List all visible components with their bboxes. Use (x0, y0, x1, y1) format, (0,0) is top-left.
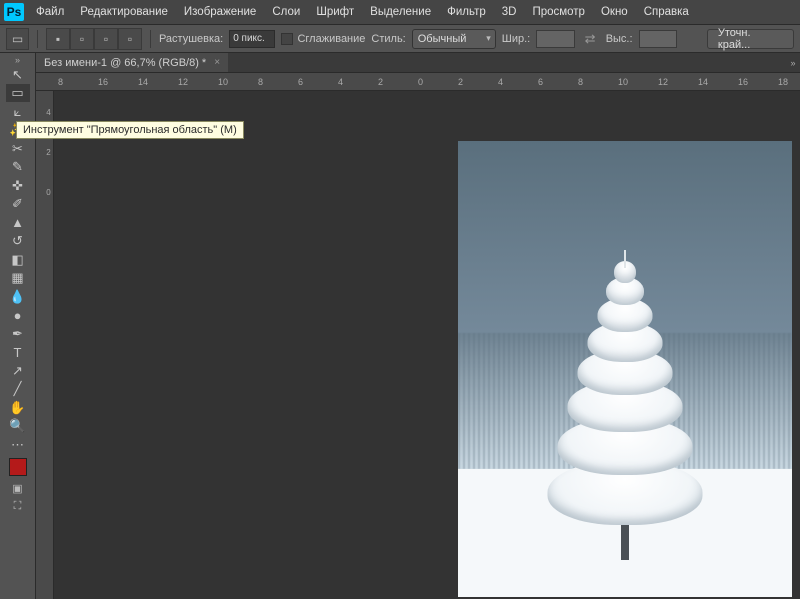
menu-view[interactable]: Просмотр (524, 0, 593, 24)
color-swatches[interactable] (9, 458, 27, 476)
ruler-tick: 10 (618, 77, 658, 87)
ruler-tick: 2 (458, 77, 498, 87)
eyedropper-tool[interactable]: ✎ (6, 158, 30, 176)
ruler-tick: 4 (338, 77, 378, 87)
antialias-label: Сглаживание (297, 33, 365, 45)
image-tree (550, 250, 700, 560)
eraser-tool[interactable]: ◧ (6, 251, 30, 269)
horizontal-ruler[interactable]: 81614121086420246810121416182022 (36, 73, 800, 91)
ruler-tick: 2 (378, 77, 418, 87)
close-icon[interactable]: × (214, 57, 220, 68)
select-intersect-icon[interactable]: ▫ (118, 28, 142, 50)
options-bar: ▭ ▪ ▫ ▫ ▫ Растушевка: 0 пикс. Сглаживани… (0, 25, 800, 53)
tool-tooltip: Инструмент "Прямоугольная область" (M) (16, 121, 244, 139)
pen-tool[interactable]: ✒ (6, 325, 30, 343)
quickmask-icon[interactable]: ▣ (7, 480, 29, 496)
menu-filter[interactable]: Фильтр (439, 0, 494, 24)
menu-type[interactable]: Шрифт (308, 0, 362, 24)
edit-toolbar[interactable]: ⋯ (6, 436, 30, 454)
type-tool[interactable]: T (6, 343, 30, 361)
ruler-tick: 18 (778, 77, 800, 87)
app-logo: Ps (0, 0, 28, 24)
ruler-tick: 0 (36, 171, 53, 211)
width-input[interactable] (536, 30, 574, 48)
menu-help[interactable]: Справка (636, 0, 697, 24)
ruler-tick: 8 (58, 77, 98, 87)
ruler-tick: 10 (218, 77, 258, 87)
style-label: Стиль: (371, 33, 405, 45)
zoom-tool[interactable]: 🔍 (6, 417, 30, 435)
select-subtract-icon[interactable]: ▫ (94, 28, 118, 50)
foreground-color[interactable] (9, 458, 27, 476)
menu-3d[interactable]: 3D (494, 0, 525, 24)
separator (150, 30, 151, 48)
ruler-tick: 4 (498, 77, 538, 87)
current-tool-icon[interactable]: ▭ (6, 28, 29, 50)
select-new-icon[interactable]: ▪ (46, 28, 70, 50)
menu-file[interactable]: Файл (28, 0, 72, 24)
menu-layers[interactable]: Слои (264, 0, 308, 24)
refine-edge-button[interactable]: Уточн. край... (707, 29, 794, 49)
ruler-tick: 6 (298, 77, 338, 87)
history-brush-tool[interactable]: ↺ (6, 232, 30, 250)
screenmode-icon[interactable]: ⛶ (7, 498, 29, 514)
brush-tool[interactable]: ✐ (6, 195, 30, 213)
ps-icon: Ps (4, 3, 24, 21)
menu-window[interactable]: Окно (593, 0, 636, 24)
ruler-tick: 14 (698, 77, 738, 87)
ruler-tick: 12 (178, 77, 218, 87)
lasso-tool[interactable]: ⟀ (6, 103, 30, 121)
move-tool[interactable]: ↖ (6, 66, 30, 84)
menu-image[interactable]: Изображение (176, 0, 264, 24)
canvas-area[interactable] (54, 91, 800, 599)
blur-tool[interactable]: 💧 (6, 288, 30, 306)
ruler-tick: 14 (138, 77, 178, 87)
ruler-tick: 6 (538, 77, 578, 87)
toolbox-expand-icon[interactable]: » (0, 55, 35, 65)
spot-heal-tool[interactable]: ✜ (6, 177, 30, 195)
ruler-tick: 12 (658, 77, 698, 87)
width-label: Шир.: (502, 33, 530, 45)
ruler-tick: 8 (258, 77, 298, 87)
vertical-ruler[interactable]: 420 (36, 91, 54, 599)
feather-label: Растушевка: (159, 33, 223, 45)
menu-select[interactable]: Выделение (362, 0, 439, 24)
gradient-tool[interactable]: ▦ (6, 269, 30, 287)
document-tab[interactable]: Без имени-1 @ 66,7% (RGB/8) * × (36, 53, 228, 72)
marquee-tool[interactable]: ▭ (6, 84, 30, 102)
ruler-tick: 16 (738, 77, 778, 87)
ruler-tick: 8 (578, 77, 618, 87)
selection-mode-group: ▪ ▫ ▫ ▫ (46, 28, 142, 50)
path-select-tool[interactable]: ↗ (6, 362, 30, 380)
swap-wh-icon[interactable]: ⇄ (581, 30, 600, 48)
ruler-tick: 0 (418, 77, 458, 87)
line-tool[interactable]: ╱ (6, 380, 30, 398)
clone-stamp-tool[interactable]: ▲ (6, 214, 30, 232)
menu-bar: Ps Файл Редактирование Изображение Слои … (0, 0, 800, 25)
document-tab-bar: Без имени-1 @ 66,7% (RGB/8) * × » (36, 53, 800, 73)
dodge-tool[interactable]: ● (6, 306, 30, 324)
height-label: Выс.: (606, 33, 633, 45)
hand-tool[interactable]: ✋ (6, 399, 30, 417)
select-add-icon[interactable]: ▫ (70, 28, 94, 50)
antialias-checkbox[interactable] (281, 33, 293, 45)
style-select[interactable]: Обычный (412, 29, 496, 49)
ruler-tick: 16 (98, 77, 138, 87)
height-input[interactable] (639, 30, 677, 48)
menu-edit[interactable]: Редактирование (72, 0, 176, 24)
tab-expand-icon[interactable]: » (786, 53, 800, 72)
separator (37, 30, 38, 48)
tab-title: Без имени-1 @ 66,7% (RGB/8) * (44, 57, 206, 69)
crop-tool[interactable]: ✂ (6, 140, 30, 158)
feather-input[interactable]: 0 пикс. (229, 30, 275, 48)
canvas-image[interactable] (458, 141, 792, 597)
